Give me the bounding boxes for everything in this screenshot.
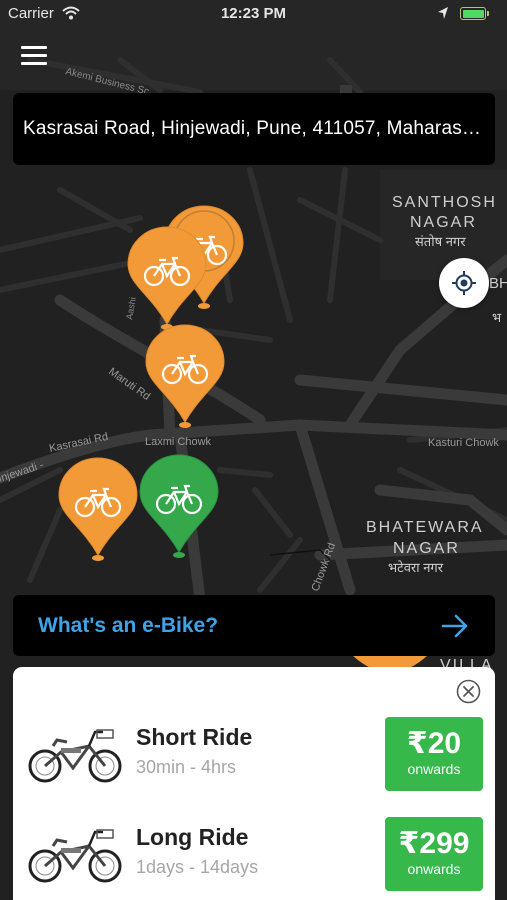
arrow-right-icon [441,614,468,637]
ebike-image [28,729,122,783]
ride-title: Short Ride [136,724,253,750]
bike-pin-4[interactable] [56,455,140,565]
close-circle-icon[interactable] [456,679,481,704]
map-label-kasturi-chowk: Kasturi Chowk [428,437,499,449]
crosshair-location-icon [452,271,476,295]
map-label-bhatewara-hi: भटेवरा नगर [388,560,444,575]
map-label-bh-edge: BH [489,275,507,292]
map-label-bh-edge-hi: भ [492,310,502,325]
location-arrow-icon [438,7,448,19]
map-label-bhatewara-2: NAGAR [393,540,460,557]
map-label-laxmi-chowk: Laxmi Chowk [145,436,212,448]
bike-pin-3[interactable] [143,322,227,432]
status-bar: Carrier 12:23 PM [0,0,507,28]
short-ride-price-button[interactable]: ₹20 onwards [385,717,483,791]
bike-pin-selected[interactable] [137,452,221,562]
price-amount: ₹20 [406,727,462,760]
ebike-image [28,829,122,883]
ride-duration: 30min - 4hrs [136,757,237,777]
ride-title: Long Ride [136,824,249,850]
map-label-santhosh: SANTHOSH [392,194,497,211]
battery-icon [460,7,489,20]
long-ride-option[interactable]: Long Ride 1days - 14days ₹299 onwards [13,812,495,900]
address-text: Kasrasai Road, Hinjewadi, Pune, 411057, … [23,118,483,139]
price-amount: ₹299 [398,827,470,860]
short-ride-option[interactable]: Short Ride 30min - 4hrs ₹20 onwards [13,712,495,802]
current-location-button[interactable] [439,258,489,308]
price-suffix: onwards [407,861,461,877]
ride-duration: 1days - 14days [136,857,259,877]
menu-button[interactable] [18,40,52,70]
map-label-santhosh-hi: संतोष नगर [415,234,466,249]
map-label-bhatewara: BHATEWARA [366,519,484,536]
price-suffix: onwards [407,761,461,777]
clock: 12:23 PM [220,5,287,22]
ebike-banner-label: What's an e-Bike? [38,613,219,637]
address-search-bar[interactable]: Kasrasai Road, Hinjewadi, Pune, 411057, … [13,93,495,165]
map-label-santhosh-2: NAGAR [410,214,477,231]
whats-an-ebike-banner[interactable]: What's an e-Bike? [13,595,495,656]
long-ride-price-button[interactable]: ₹299 onwards [385,817,483,891]
ride-options-sheet: Short Ride 30min - 4hrs ₹20 onwards Long… [13,667,495,900]
bike-pin-2[interactable] [125,224,209,334]
